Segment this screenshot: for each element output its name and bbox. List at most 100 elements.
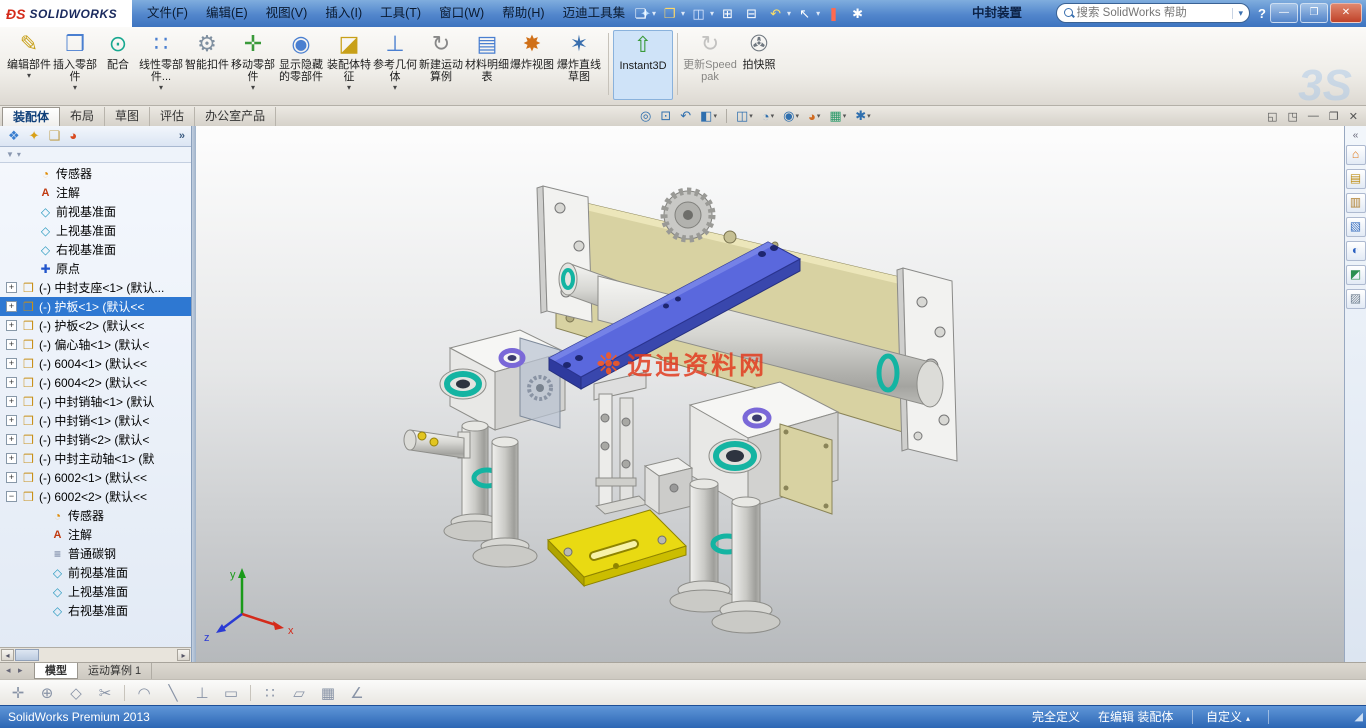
dropdown-arrow-icon[interactable]: ▾ xyxy=(817,112,821,120)
update-speedpak-button[interactable]: ↻ 更新Speedpak xyxy=(682,30,738,100)
perpendicular-tool-icon[interactable]: ⊥ xyxy=(192,684,212,702)
tree-item[interactable]: +❒(-) 中封销轴<1> (默认 xyxy=(0,392,191,411)
part-yellow-plate[interactable] xyxy=(548,510,686,586)
line-tool-icon[interactable]: ╲ xyxy=(163,684,183,702)
view-settings-button[interactable]: ✱▾ xyxy=(855,108,870,124)
tree-item[interactable]: ◇上视基准面 xyxy=(0,221,191,240)
new-document-button[interactable]: ❏ xyxy=(630,1,651,27)
dropdown-arrow-icon[interactable]: ▾ xyxy=(159,84,163,92)
tab-assembly[interactable]: 装配体 xyxy=(2,107,60,126)
make-drawing-button[interactable]: ⊞ xyxy=(717,1,738,27)
expand-toggle[interactable]: + xyxy=(6,472,17,483)
design-library-icon[interactable]: ▤ xyxy=(1346,169,1366,189)
scenes-icon[interactable]: ◩ xyxy=(1346,265,1366,285)
menu-insert[interactable]: 插入(I) xyxy=(316,0,371,27)
expand-toggle[interactable]: + xyxy=(6,453,17,464)
part-left-stub-shaft[interactable] xyxy=(404,430,470,458)
zoom-to-area-button[interactable]: ⊡ xyxy=(660,108,671,124)
dropdown-arrow-icon[interactable]: ▾ xyxy=(867,112,871,120)
expand-toggle[interactable]: + xyxy=(6,377,17,388)
trim-entities-tool-icon[interactable]: ✂ xyxy=(95,684,115,702)
expand-toggle[interactable]: + xyxy=(6,282,17,293)
expand-toggle[interactable]: + xyxy=(6,434,17,445)
scroll-left-button[interactable]: ◂ xyxy=(1,649,14,661)
tree-item[interactable]: +❒(-) 6004<1> (默认<< xyxy=(0,354,191,373)
tab-sketch[interactable]: 草图 xyxy=(105,107,150,126)
display-style-button[interactable]: ◔▾ xyxy=(762,109,774,124)
tree-item[interactable]: +❒(-) 护板<2> (默认<< xyxy=(0,316,191,335)
instant3d-button[interactable]: ⇧ Instant3D xyxy=(613,30,673,100)
open-button[interactable]: ❐ xyxy=(659,1,680,27)
tree-item-selected[interactable]: +❒(-) 护板<1> (默认<< xyxy=(0,297,191,316)
window-layout-icon[interactable]: ◱ xyxy=(1267,110,1277,123)
tree-item[interactable]: A注解 xyxy=(0,183,191,202)
explode-line-sketch-button[interactable]: ✶ 爆炸直线草图 xyxy=(554,30,604,100)
show-hidden-components-button[interactable]: ◉ 显示隐藏的零部件 xyxy=(276,30,326,100)
filter-dropdown-icon[interactable]: ▾ xyxy=(17,150,21,159)
insert-components-button[interactable]: ❒ 插入零部件 ▾ xyxy=(52,30,98,100)
smart-dimension-tool-icon[interactable]: ∠ xyxy=(347,684,367,702)
save-button[interactable]: ◫ xyxy=(688,1,709,27)
pane-splitter-left-icon[interactable]: ◂ xyxy=(6,665,11,676)
doc-restore-button[interactable]: ❐ xyxy=(1329,110,1339,123)
expand-toggle[interactable]: + xyxy=(6,301,17,312)
help-button[interactable]: ? xyxy=(1258,0,1266,27)
graphics-area[interactable]: y x z ❉ 迈迪资料网 xyxy=(196,126,1344,662)
hide-show-items-button[interactable]: ◉▾ xyxy=(783,108,799,124)
tab-office-products[interactable]: 办公室产品 xyxy=(195,107,276,126)
custom-properties-icon[interactable]: ▨ xyxy=(1346,289,1366,309)
configurationmanager-tab-icon[interactable]: ❑ xyxy=(49,127,61,145)
tab-layout[interactable]: 布局 xyxy=(60,107,105,126)
slot-tool-icon[interactable]: ▱ xyxy=(289,684,309,702)
tree-item[interactable]: ◇右视基准面 xyxy=(0,601,191,620)
make-assembly-button[interactable]: ⊟ xyxy=(741,1,762,27)
expand-toggle[interactable]: − xyxy=(6,491,17,502)
part-sprocket-gear[interactable] xyxy=(664,191,712,239)
menu-window[interactable]: 窗口(W) xyxy=(430,0,493,27)
menu-maidi-tools[interactable]: 迈迪工具集 xyxy=(554,0,635,27)
new-motion-study-button[interactable]: ↻ 新建运动算例 xyxy=(418,30,464,100)
maximize-button[interactable]: ❐ xyxy=(1300,3,1328,23)
expand-toggle[interactable]: + xyxy=(6,358,17,369)
dropdown-arrow-icon[interactable]: ▾ xyxy=(27,72,31,80)
scroll-right-button[interactable]: ▸ xyxy=(177,649,190,661)
dropdown-arrow-icon[interactable]: ▾ xyxy=(681,9,685,18)
file-explorer-icon[interactable]: ▥ xyxy=(1346,193,1366,213)
part-mid-block[interactable] xyxy=(645,458,692,514)
tree-item[interactable]: −❒(-) 6002<2> (默认<< xyxy=(0,487,191,506)
undo-button[interactable]: ↶ xyxy=(765,1,786,27)
exploded-view-button[interactable]: ✸ 爆炸视图 xyxy=(510,30,554,100)
tree-item[interactable]: +❒(-) 中封销<1> (默认< xyxy=(0,411,191,430)
edit-appearance-button[interactable]: ◕▾ xyxy=(808,109,820,124)
menu-view[interactable]: 视图(V) xyxy=(257,0,317,27)
apply-scene-button[interactable]: ▦▾ xyxy=(829,108,846,124)
sketch-pattern-tool-icon[interactable]: ∷ xyxy=(260,684,280,702)
expand-toggle[interactable]: + xyxy=(6,415,17,426)
featuremanager-tab-icon[interactable]: ❖ xyxy=(8,127,20,145)
expand-toggle[interactable]: + xyxy=(6,396,17,407)
dropdown-arrow-icon[interactable]: ▾ xyxy=(816,9,820,18)
tree-filter-bar[interactable]: ▼ ▾ xyxy=(0,147,191,163)
minimize-button[interactable]: — xyxy=(1270,3,1298,23)
part-left-gearbox[interactable] xyxy=(440,330,565,430)
propertymanager-tab-icon[interactable]: ✦ xyxy=(29,127,40,145)
tree-item[interactable]: +❒(-) 中封主动轴<1> (默 xyxy=(0,449,191,468)
dropdown-arrow-icon[interactable]: ▾ xyxy=(652,9,656,18)
tree-horizontal-scrollbar[interactable]: ◂ ▸ xyxy=(0,647,191,662)
tree-item[interactable]: ◇前视基准面 xyxy=(0,202,191,221)
tab-model[interactable]: 模型 xyxy=(34,663,78,679)
tree-item[interactable]: ◔传感器 xyxy=(0,164,191,183)
menu-tools[interactable]: 工具(T) xyxy=(371,0,430,27)
tree-item[interactable]: ◇右视基准面 xyxy=(0,240,191,259)
customize-dropdown-icon[interactable]: ▴ xyxy=(1246,714,1250,723)
dropdown-arrow-icon[interactable]: ▾ xyxy=(843,112,847,120)
tree-item[interactable]: ◇上视基准面 xyxy=(0,582,191,601)
window-layout-icon[interactable]: ◳ xyxy=(1288,110,1298,123)
tree-item[interactable]: A注解 xyxy=(0,525,191,544)
previous-view-button[interactable]: ↶ xyxy=(680,108,691,124)
dropdown-arrow-icon[interactable]: ▾ xyxy=(749,112,753,120)
doc-close-button[interactable]: ✕ xyxy=(1349,110,1358,123)
expand-toggle[interactable]: + xyxy=(6,320,17,331)
view-orientation-button[interactable]: ◫▾ xyxy=(736,108,753,124)
select-point-tool-icon[interactable]: ✛ xyxy=(8,684,28,702)
